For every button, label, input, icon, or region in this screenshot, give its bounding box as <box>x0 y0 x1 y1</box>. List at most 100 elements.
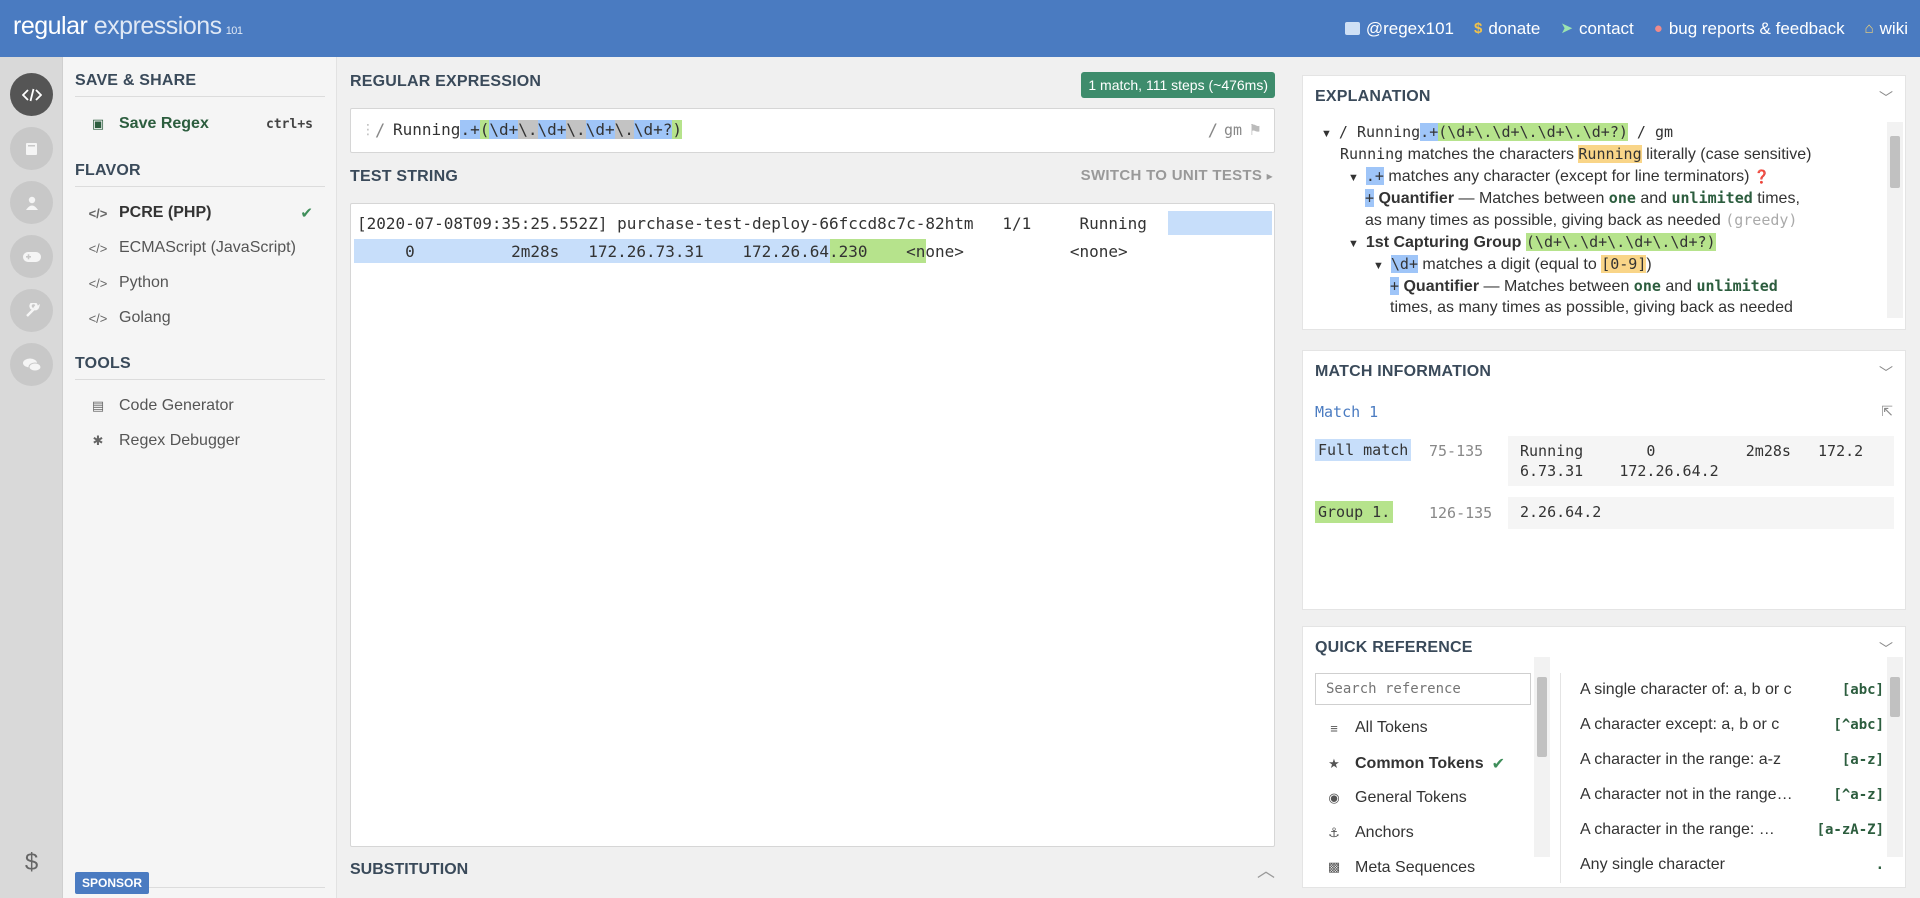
library-book-icon[interactable] <box>10 127 53 170</box>
site-logo[interactable]: regular expressions 101 <box>13 12 243 41</box>
question-circle-icon[interactable]: ❓ <box>1754 169 1770 184</box>
ex-text: times, <box>1752 190 1800 207</box>
categories-scrollbar[interactable] <box>1534 657 1550 857</box>
reference-scrollbar[interactable] <box>1887 657 1903 857</box>
quick-reference-panel: QUICK REFERENCE ﹀ ≡ All Tokens ★ Common To… <box>1302 626 1906 888</box>
reference-item[interactable]: A character in the range: a-z [a-z] <box>1580 751 1884 769</box>
code-icon: </> <box>88 275 108 291</box>
match-label: Match 1 <box>1315 403 1379 421</box>
explanation-quantifier-2-cont: times, as many times as possible, giving… <box>1390 299 1793 317</box>
category-common-tokens[interactable]: ★ Common Tokens ✔ <box>1325 754 1505 774</box>
triangle-down-icon[interactable]: ▼ <box>1321 128 1332 140</box>
ex-token: .+ <box>1365 167 1384 185</box>
category-general-tokens[interactable]: ◉ General Tokens <box>1325 789 1466 807</box>
external-share-icon[interactable]: ⇱ <box>1881 403 1893 420</box>
match-information-panel: MATCH INFORMATION ﹀ Match 1 ⇱ Full match… <box>1302 350 1906 610</box>
chevron-down-icon[interactable]: ﹀ <box>1879 88 1893 108</box>
logo-sup: 101 <box>225 25 243 37</box>
explanation-scrollbar[interactable] <box>1887 122 1903 318</box>
regex-group-open: ( <box>479 120 490 139</box>
category-label: Meta Sequences <box>1355 859 1476 876</box>
triangle-down-icon[interactable]: ▼ <box>1348 238 1359 250</box>
ex-token: + <box>1390 277 1400 295</box>
ex-text: matches a digit (equal to <box>1417 256 1602 273</box>
logo-text-main: regular <box>13 12 88 40</box>
floppy-disk-icon: ▣ <box>91 116 105 131</box>
regex-input[interactable]: ⋮ / Running.+(\d+\.\d+\.\d+\.\d+?) / gm … <box>350 108 1275 153</box>
user-icon[interactable] <box>10 181 53 224</box>
reference-item[interactable]: A character except: a, b or c [^abc] <box>1580 716 1884 734</box>
dollar-icon: $ <box>1474 20 1483 37</box>
scrollbar-thumb[interactable] <box>1537 677 1547 757</box>
flavor-golang[interactable]: </> Golang <box>87 304 327 332</box>
regex-flags[interactable]: gm <box>1224 121 1242 139</box>
substitution-heading[interactable]: SUBSTITUTION <box>350 861 468 879</box>
contact-link-label: contact <box>1578 18 1634 38</box>
triangle-down-icon[interactable]: ▼ <box>1373 260 1384 272</box>
scrollbar-thumb[interactable] <box>1890 136 1900 188</box>
bug-reports-link[interactable]: ● bug reports & feedback <box>1654 19 1845 39</box>
category-anchors[interactable]: ⚓ Anchors <box>1325 824 1414 842</box>
ex-regex-dot: .+ <box>1420 123 1439 141</box>
save-regex-label: Save Regex <box>119 115 209 132</box>
triangle-down-icon[interactable]: ▼ <box>1348 172 1359 184</box>
chevron-down-icon[interactable]: ﹀ <box>1879 639 1893 659</box>
code-editor-icon[interactable] <box>10 73 53 116</box>
test-string-input[interactable]: [2020-07-08T09:35:25.552Z] purchase-test… <box>350 203 1275 847</box>
reference-item[interactable]: Any single character. <box>1580 856 1884 874</box>
ex-quantifier-label: Quantifier <box>1378 190 1455 207</box>
save-shortcut: ctrl+s <box>266 116 313 132</box>
regex-token: \d+? <box>633 120 673 139</box>
regex-debugger-button[interactable]: ✱ Regex Debugger <box>87 427 327 455</box>
chat-icon[interactable] <box>10 343 53 386</box>
donate-link[interactable]: $ donate <box>1474 19 1540 39</box>
wrench-icon <box>25 302 40 317</box>
category-meta-sequences[interactable]: ▩ Meta Sequences <box>1325 859 1475 881</box>
scrollbar-thumb[interactable] <box>1890 677 1900 717</box>
contact-link[interactable]: ➤ contact <box>1560 19 1633 39</box>
save-regex-button[interactable]: ▣ Save Regex ctrl+s <box>87 110 327 138</box>
group-1-range: 126-135 <box>1429 504 1493 522</box>
test-line-2: 0 2m28s 172.26.73.31 172.26.64.230 <none… <box>357 242 1128 261</box>
code-generator-button[interactable]: ▤ Code Generator <box>87 392 327 420</box>
reference-desc: A character except: a, b or c <box>1580 716 1780 733</box>
ex-quantifier-label: Quantifier <box>1403 278 1480 295</box>
reference-item[interactable]: A character in the range: … [a-zA-Z] <box>1580 821 1884 839</box>
search-reference-input[interactable] <box>1315 673 1531 705</box>
bug-reports-link-label: bug reports & feedback <box>1668 18 1845 38</box>
reference-item[interactable]: A single character of: a, b or c [abc] <box>1580 681 1884 699</box>
settings-wrench-icon[interactable] <box>10 289 53 332</box>
twitter-link[interactable]: @regex101 <box>1344 19 1454 39</box>
flag-icon[interactable]: ⚑ <box>1249 121 1262 139</box>
ex-token: + <box>1365 189 1375 207</box>
ex-text: times, as many times as possible, giving… <box>1390 299 1793 316</box>
chevron-up-icon[interactable]: ︿ <box>1257 857 1275 883</box>
regex-token: \. <box>614 120 634 139</box>
match-highlight <box>1168 211 1272 235</box>
category-all-tokens[interactable]: ≡ All Tokens <box>1325 719 1427 737</box>
flavor-pcre[interactable]: </> PCRE (PHP) ✔ <box>87 199 327 227</box>
quiz-gamepad-icon[interactable] <box>10 235 53 278</box>
sponsor-badge[interactable]: SPONSOR <box>75 872 150 894</box>
regex-open-delimiter: / <box>375 121 386 141</box>
reference-token: . <box>1875 857 1884 873</box>
star-icon: ★ <box>1328 756 1340 771</box>
flavor-ecmascript[interactable]: </> ECMAScript (JavaScript) <box>87 234 327 262</box>
tool-label: Code Generator <box>119 397 234 414</box>
reference-item[interactable]: A character not in the range… [^a-z] <box>1580 786 1884 804</box>
ex-token-highlight: Running <box>1578 145 1642 163</box>
reference-desc: A character not in the range… <box>1580 786 1793 803</box>
circle-dot-icon: ◉ <box>1328 790 1340 805</box>
switch-to-unit-tests-link[interactable]: SWITCH TO UNIT TESTS ▸ <box>1081 167 1273 184</box>
reference-token: [^a-z] <box>1833 787 1884 803</box>
flavor-python[interactable]: </> Python <box>87 269 327 297</box>
chevron-down-icon[interactable]: ﹀ <box>1879 363 1893 383</box>
bank-icon: ⌂ <box>1864 20 1874 37</box>
regex-heading: REGULAR EXPRESSION <box>350 73 542 90</box>
drag-handle-icon[interactable]: ⋮ <box>361 121 375 138</box>
dollar-icon[interactable]: $ <box>10 841 53 884</box>
category-label: Common Tokens <box>1355 755 1484 772</box>
regex-token: \d+ <box>489 120 519 139</box>
person-icon <box>25 196 38 210</box>
wiki-link[interactable]: ⌂ wiki <box>1865 19 1908 39</box>
